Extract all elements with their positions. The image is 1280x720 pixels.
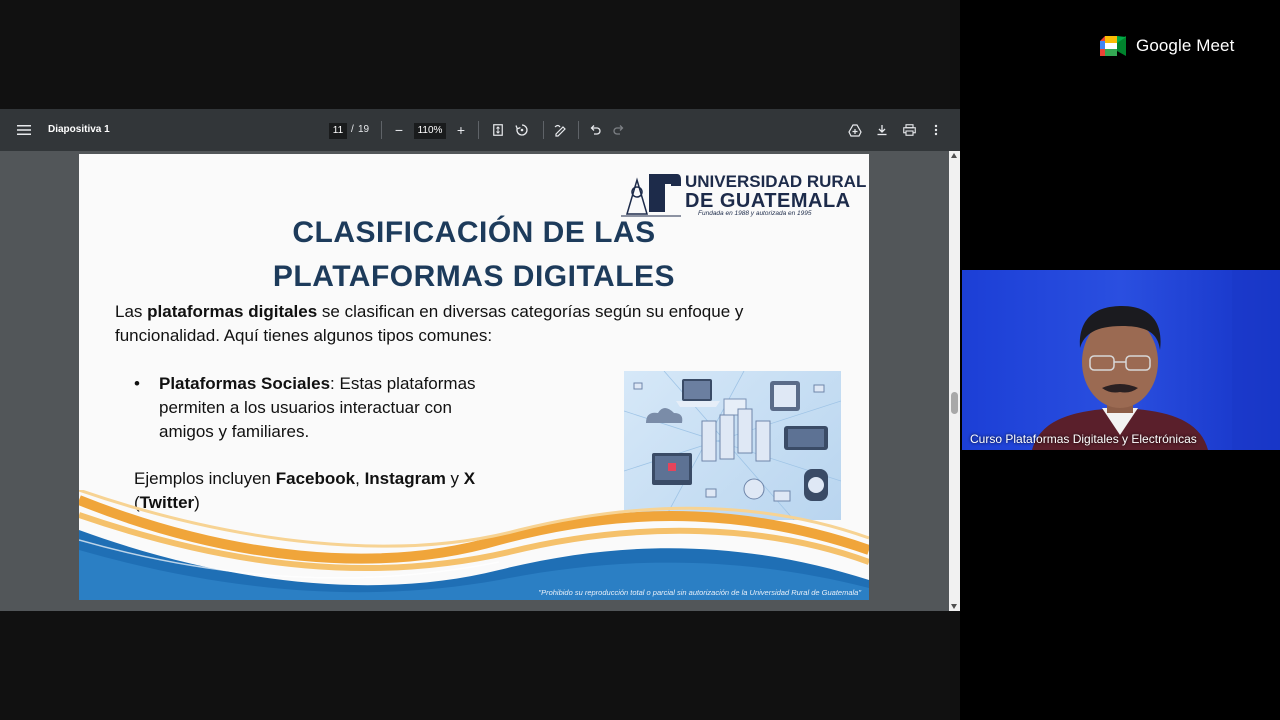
intro-rest: se clasifican en diversas categorías seg…	[317, 302, 744, 321]
redo-icon[interactable]	[609, 120, 629, 140]
participant-video-tile[interactable]: Curso Plataformas Digitales y Electrónic…	[962, 270, 1280, 450]
vertical-scrollbar[interactable]	[949, 151, 960, 611]
bullet-line-3: amigos y familiares.	[159, 422, 310, 441]
google-meet-branding: Google Meet	[1100, 36, 1234, 56]
intro-paragraph: Las plataformas digitales se clasifican …	[115, 300, 743, 348]
scroll-down-arrow[interactable]	[951, 604, 957, 609]
google-meet-brand: Google Meet	[1136, 36, 1235, 55]
intro-bold: plataformas digitales	[147, 302, 318, 321]
slide-title-line-1: CLASIFICACIÓN DE LAS	[292, 216, 656, 249]
intro-prefix: Las	[115, 302, 148, 321]
pdf-viewer: Diapositiva 1 11 / 19 − 110% + UNIVERSID…	[0, 0, 960, 720]
toolbar-divider	[543, 121, 544, 139]
zoom-in-button[interactable]: +	[451, 120, 471, 140]
examples-prefix: Ejemplos incluyen	[134, 469, 276, 488]
undo-icon[interactable]	[585, 120, 605, 140]
page-separator: /	[351, 124, 354, 135]
annotate-icon[interactable]	[551, 120, 571, 140]
google-meet-logo-icon	[1100, 36, 1126, 56]
bullet-bold: Plataformas Sociales	[159, 374, 331, 393]
bullet-rest: : Estas plataformas	[330, 374, 476, 393]
rotate-icon[interactable]	[512, 120, 532, 140]
slide-footer-notice: "Prohibido su reproducción total o parci…	[538, 588, 861, 597]
slide-title-line-2: PLATAFORMAS DIGITALES	[272, 260, 676, 293]
zoom-in-label: +	[456, 122, 466, 138]
add-to-drive-icon[interactable]	[845, 120, 865, 140]
toolbar-divider	[578, 121, 579, 139]
university-logo: UNIVERSIDAD RURAL DE GUATEMALA Fundada e…	[615, 170, 866, 220]
pdf-toolbar: Diapositiva 1 11 / 19 − 110% +	[0, 109, 960, 151]
participant-video	[1032, 270, 1280, 450]
print-icon[interactable]	[899, 120, 919, 140]
page-number-input[interactable]: 11	[329, 123, 347, 139]
example-facebook: Facebook	[275, 469, 356, 488]
example-comma: ,	[355, 469, 365, 488]
example-and: y	[445, 469, 464, 488]
bullet-dot: •	[134, 374, 140, 393]
scrollbar-thumb[interactable]	[951, 392, 958, 414]
participant-caption: Curso Plataformas Digitales y Electrónic…	[970, 432, 1197, 446]
document-title: Diapositiva 1	[48, 124, 110, 135]
bullet-social-platforms: Plataformas Sociales: Estas plataformas …	[159, 372, 476, 444]
document-canvas[interactable]: UNIVERSIDAD RURAL DE GUATEMALA Fundada e…	[0, 151, 960, 611]
slide-page: UNIVERSIDAD RURAL DE GUATEMALA Fundada e…	[79, 154, 869, 600]
toolbar-divider	[478, 121, 479, 139]
total-pages: 19	[358, 124, 370, 135]
example-instagram: Instagram	[364, 469, 446, 488]
example-x: X	[463, 469, 476, 488]
zoom-out-label: −	[394, 122, 404, 138]
university-emblem-icon	[621, 174, 681, 217]
download-icon[interactable]	[872, 120, 892, 140]
menu-icon[interactable]	[14, 120, 34, 140]
intro-line-2: funcionalidad. Aquí tienes algunos tipos…	[115, 326, 493, 345]
scroll-up-arrow[interactable]	[951, 153, 957, 158]
decorative-waves	[79, 490, 869, 600]
toolbar-divider	[381, 121, 382, 139]
more-options-icon[interactable]	[926, 120, 946, 140]
logo-line-1: UNIVERSIDAD RURAL	[685, 172, 867, 191]
zoom-input[interactable]: 110%	[414, 123, 446, 139]
zoom-out-button[interactable]: −	[389, 120, 409, 140]
bullet-line-2: permiten a los usuarios interactuar con	[159, 398, 452, 417]
screen: Diapositiva 1 11 / 19 − 110% + UNIVERSID…	[0, 0, 1280, 720]
fit-page-icon[interactable]	[488, 120, 508, 140]
